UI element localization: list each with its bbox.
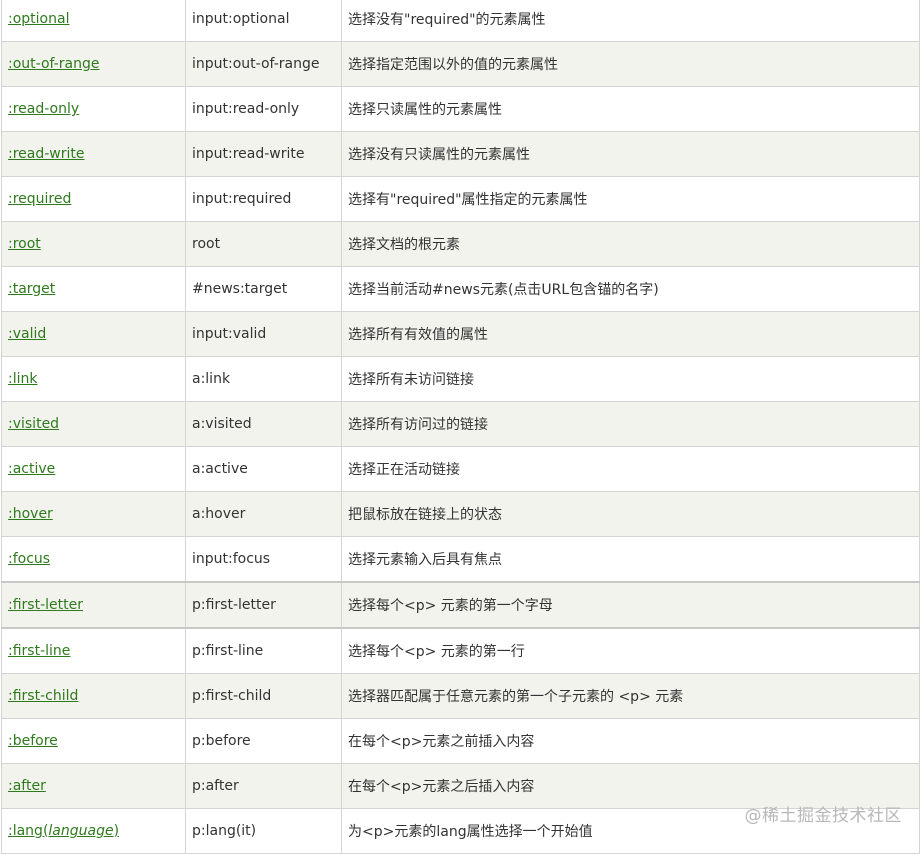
example-cell: input:required <box>185 176 342 222</box>
description-cell: 选择所有未访问链接 <box>341 356 920 402</box>
selector-link[interactable]: :first-child <box>8 688 78 704</box>
selector-cell: :valid <box>1 311 186 357</box>
example-cell: input:valid <box>185 311 342 357</box>
example-cell: input:read-only <box>185 86 342 132</box>
selector-cell: :read-write <box>1 131 186 177</box>
selector-link[interactable]: :focus <box>8 551 50 567</box>
selector-cell: :target <box>1 266 186 312</box>
table-row: :out-of-range input:out-of-range 选择指定范围以… <box>1 41 920 87</box>
description-cell: 选择指定范围以外的值的元素属性 <box>341 41 920 87</box>
table-row: :first-letter p:first-letter 选择每个<p> 元素的… <box>1 581 920 629</box>
description-cell: 选择所有有效值的属性 <box>341 311 920 357</box>
description-cell: 选择所有访问过的链接 <box>341 401 920 447</box>
selector-cell: :optional <box>1 0 186 42</box>
selector-cell: :root <box>1 221 186 267</box>
selector-link[interactable]: :out-of-range <box>8 56 99 72</box>
description-cell: 选择当前活动#news元素(点击URL包含锚的名字) <box>341 266 920 312</box>
table-row: :optional input:optional 选择没有"required"的… <box>1 0 920 42</box>
example-cell: p:before <box>185 718 342 764</box>
example-cell: input:out-of-range <box>185 41 342 87</box>
description-cell: 选择正在活动链接 <box>341 446 920 492</box>
selector-link[interactable]: :read-write <box>8 146 85 162</box>
table-row: :before p:before 在每个<p>元素之前插入内容 <box>1 718 920 764</box>
selector-cell: :required <box>1 176 186 222</box>
table-row: :root root 选择文档的根元素 <box>1 221 920 267</box>
selector-link[interactable]: :visited <box>8 416 59 432</box>
description-cell: 选择器匹配属于任意元素的第一个子元素的 <p> 元素 <box>341 673 920 719</box>
table-row: :first-child p:first-child 选择器匹配属于任意元素的第… <box>1 673 920 719</box>
example-cell: a:link <box>185 356 342 402</box>
selector-link-lang[interactable]: :lang(language) <box>8 823 119 839</box>
description-cell: 在每个<p>元素之前插入内容 <box>341 718 920 764</box>
table-row: :read-only input:read-only 选择只读属性的元素属性 <box>1 86 920 132</box>
table-row: :active a:active 选择正在活动链接 <box>1 446 920 492</box>
description-cell: 选择文档的根元素 <box>341 221 920 267</box>
selector-link[interactable]: :after <box>8 778 46 794</box>
example-cell: a:visited <box>185 401 342 447</box>
table-row: :focus input:focus 选择元素输入后具有焦点 <box>1 536 920 583</box>
selector-link[interactable]: :target <box>8 281 55 297</box>
example-cell: #news:target <box>185 266 342 312</box>
table-row: :valid input:valid 选择所有有效值的属性 <box>1 311 920 357</box>
selector-cell: :first-child <box>1 673 186 719</box>
selector-link[interactable]: :first-letter <box>8 597 83 613</box>
example-cell: input:optional <box>185 0 342 42</box>
description-cell: 选择没有"required"的元素属性 <box>341 0 920 42</box>
example-cell: a:hover <box>185 491 342 537</box>
table-row: :visited a:visited 选择所有访问过的链接 <box>1 401 920 447</box>
description-cell: 选择每个<p> 元素的第一个字母 <box>341 581 920 629</box>
selector-cell: :first-line <box>1 627 186 674</box>
watermark: @稀土掘金技术社区 <box>744 806 902 826</box>
selector-cell: :after <box>1 763 186 809</box>
table-row: :required input:required 选择有"required"属性… <box>1 176 920 222</box>
example-cell: p:first-line <box>185 627 342 674</box>
description-cell: 选择有"required"属性指定的元素属性 <box>341 176 920 222</box>
selector-cell: :link <box>1 356 186 402</box>
table-row: :target #news:target 选择当前活动#news元素(点击URL… <box>1 266 920 312</box>
selector-argument: language <box>48 823 114 839</box>
selector-link[interactable]: :hover <box>8 506 53 522</box>
example-cell: p:first-letter <box>185 581 342 629</box>
selector-link[interactable]: :read-only <box>8 101 79 117</box>
selector-link[interactable]: :valid <box>8 326 46 342</box>
selector-cell: :focus <box>1 536 186 583</box>
example-cell: root <box>185 221 342 267</box>
description-cell: 选择元素输入后具有焦点 <box>341 536 920 583</box>
table-row: :first-line p:first-line 选择每个<p> 元素的第一行 <box>1 627 920 674</box>
selector-cell: :active <box>1 446 186 492</box>
selector-cell: :first-letter <box>1 581 186 629</box>
example-cell: p:after <box>185 763 342 809</box>
selector-link[interactable]: :before <box>8 733 58 749</box>
selector-cell: :out-of-range <box>1 41 186 87</box>
selector-cell: :before <box>1 718 186 764</box>
example-cell: a:active <box>185 446 342 492</box>
description-cell: 把鼠标放在链接上的状态 <box>341 491 920 537</box>
example-cell: input:focus <box>185 536 342 583</box>
selector-cell: :hover <box>1 491 186 537</box>
description-cell: 选择每个<p> 元素的第一行 <box>341 627 920 674</box>
table-row: :link a:link 选择所有未访问链接 <box>1 356 920 402</box>
example-cell: input:read-write <box>185 131 342 177</box>
selector-link[interactable]: :optional <box>8 11 69 27</box>
css-selector-reference-table: :optional input:optional 选择没有"required"的… <box>1 0 920 854</box>
selector-cell: :read-only <box>1 86 186 132</box>
table-row: :hover a:hover 把鼠标放在链接上的状态 <box>1 491 920 537</box>
selector-cell: :lang(language) <box>1 808 186 854</box>
selector-prefix: :lang( <box>8 823 49 839</box>
example-cell: p:first-child <box>185 673 342 719</box>
selector-link[interactable]: :link <box>8 371 37 387</box>
description-cell: 选择只读属性的元素属性 <box>341 86 920 132</box>
table-row: :read-write input:read-write 选择没有只读属性的元素… <box>1 131 920 177</box>
example-cell: p:lang(it) <box>185 808 342 854</box>
selector-link[interactable]: :first-line <box>8 643 70 659</box>
selector-suffix: ) <box>113 823 120 839</box>
selector-link[interactable]: :active <box>8 461 55 477</box>
description-cell: 选择没有只读属性的元素属性 <box>341 131 920 177</box>
selector-cell: :visited <box>1 401 186 447</box>
selector-link[interactable]: :required <box>8 191 71 207</box>
selector-link[interactable]: :root <box>8 236 41 252</box>
